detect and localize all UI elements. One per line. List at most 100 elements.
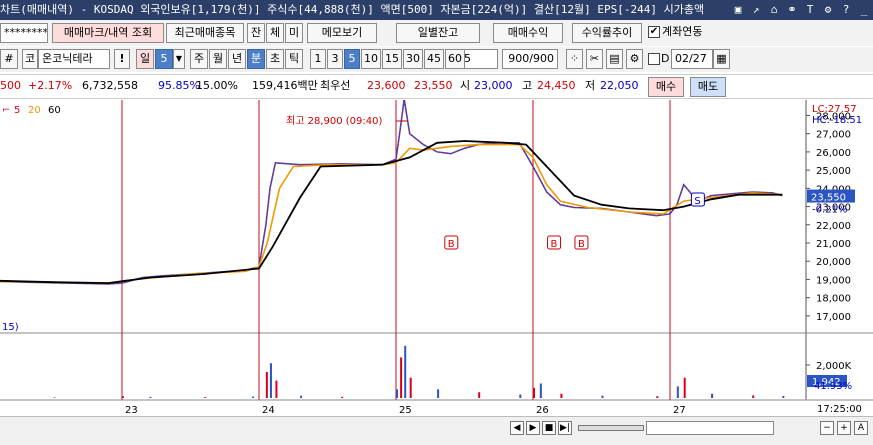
- scroll-nav-button-1[interactable]: ▶: [526, 421, 540, 435]
- link-icon[interactable]: ⚭: [785, 2, 799, 17]
- lc-label: LC:27.57: [812, 104, 857, 115]
- interval-button-45[interactable]: 45: [424, 49, 444, 69]
- trade-mark-label: B: [448, 239, 455, 250]
- x-tick-label: 24: [262, 405, 275, 416]
- price-value: 500: [0, 79, 21, 92]
- date-checkbox[interactable]: [648, 53, 660, 65]
- amount-value: 159,416백만: [252, 79, 318, 92]
- scroll-nav-button-3[interactable]: ▶|: [558, 421, 572, 435]
- volume-bar: [122, 396, 124, 398]
- interval-button-30[interactable]: 30: [403, 49, 423, 69]
- change-percent: +2.17%: [28, 79, 73, 92]
- balance-button[interactable]: 잔: [247, 23, 265, 43]
- recent-stocks-button[interactable]: 최근매매종목: [166, 23, 244, 43]
- high-value: 24,450: [537, 79, 576, 92]
- scissors-icon[interactable]: ✂: [586, 49, 603, 69]
- interval-button-15[interactable]: 15: [382, 49, 402, 69]
- period-button-3[interactable]: 분: [247, 49, 265, 69]
- price-tick-label: 25,000: [816, 166, 851, 177]
- settings-icon[interactable]: ⚙: [821, 2, 835, 17]
- count-field[interactable]: 900/900: [502, 49, 558, 69]
- volume-bar: [53, 397, 56, 398]
- price-tick-label: 18,000: [816, 294, 851, 305]
- period-button-2[interactable]: 년: [228, 49, 246, 69]
- period-button-1[interactable]: 월: [209, 49, 227, 69]
- price-tick-label: 27,000: [816, 130, 851, 141]
- volume-bar: [269, 363, 272, 398]
- interval-button-5[interactable]: 5: [344, 49, 360, 69]
- current-change-label: -0.21%: [812, 205, 847, 216]
- sell-button[interactable]: 매도: [690, 77, 726, 97]
- account-field[interactable]: ********: [0, 23, 48, 43]
- count-select[interactable]: 5: [460, 49, 498, 69]
- execution-button[interactable]: 체: [266, 23, 284, 43]
- buy-button[interactable]: 매수: [648, 77, 684, 97]
- scroll-nav-button-0[interactable]: ◀: [510, 421, 524, 435]
- bid-value: 23,550: [414, 79, 453, 92]
- window-title: 차트(매매내역) - KOSDAQ 외국인보유[1,179(천)] 주식수[44…: [0, 3, 705, 16]
- account-link-checkbox[interactable]: ✔: [648, 26, 660, 38]
- open-label: 시: [460, 79, 471, 92]
- volume-bar: [341, 396, 344, 398]
- stock-name-field[interactable]: 온코닉테라: [38, 49, 110, 69]
- period-dropdown-icon[interactable]: ▼: [173, 49, 185, 69]
- alert-button[interactable]: !: [114, 49, 130, 69]
- open-value: 23,000: [474, 79, 513, 92]
- time-label: 17:25:00: [817, 404, 862, 415]
- period-number[interactable]: 5: [155, 49, 173, 69]
- scroll-track[interactable]: [578, 425, 644, 431]
- x-tick-label: 27: [673, 405, 686, 416]
- chart-scrollbar: ◀ ▶ ■ ▶| − + A: [0, 416, 873, 445]
- minimize-icon[interactable]: _: [857, 2, 871, 17]
- trade-profit-button[interactable]: 매매수익: [493, 23, 563, 43]
- gear-icon[interactable]: ⚙: [626, 49, 643, 69]
- price-tick-label: 19,000: [816, 275, 851, 286]
- lock-icon[interactable]: ⌂: [767, 2, 781, 17]
- trade-mark-button[interactable]: 매매마크/내역 조회: [52, 23, 164, 43]
- period-button-0[interactable]: 주: [190, 49, 208, 69]
- interval-button-1[interactable]: 1: [310, 49, 326, 69]
- date-field[interactable]: 02/27: [671, 49, 713, 69]
- text-size-icon[interactable]: T: [803, 2, 817, 17]
- interval-button-10[interactable]: 10: [361, 49, 381, 69]
- volume-bar: [265, 371, 268, 398]
- interval-button-3[interactable]: 3: [327, 49, 343, 69]
- volume-bar: [539, 383, 542, 398]
- help-icon[interactable]: ?: [839, 2, 853, 17]
- volume-bar: [676, 386, 679, 398]
- price-chart[interactable]: ⌐ 232425262728,00027,00026,00025,00024,0…: [0, 100, 873, 416]
- scroll-nav-button-2[interactable]: ■: [542, 421, 556, 435]
- volume-tick-label: 2,000K: [816, 361, 852, 372]
- window-tile-icon[interactable]: ▣: [731, 2, 745, 17]
- return-trend-button[interactable]: 수익률추이: [572, 23, 642, 43]
- volume-bar: [782, 395, 785, 398]
- price-tick-label: 20,000: [816, 257, 851, 268]
- period-button-5[interactable]: 틱: [285, 49, 303, 69]
- memo-button[interactable]: 메모보기: [307, 23, 377, 43]
- menu-icon[interactable]: #: [0, 49, 18, 69]
- window-titlebar: 차트(매매내역) - KOSDAQ 외국인보유[1,179(천)] 주식수[44…: [0, 0, 873, 20]
- trade-mark-label: B: [578, 239, 585, 250]
- pin-icon[interactable]: ↗: [749, 2, 763, 17]
- pending-button[interactable]: 미: [285, 23, 303, 43]
- dots-icon[interactable]: ⁘: [566, 49, 583, 69]
- period-button-4[interactable]: 초: [266, 49, 284, 69]
- zoom-button-0[interactable]: −: [820, 421, 834, 435]
- price-tick-label: 21,000: [816, 239, 851, 250]
- volume-bar: [533, 387, 535, 398]
- trade-mark-label: S: [694, 196, 700, 207]
- calendar-icon[interactable]: ▦: [713, 49, 730, 69]
- zoom-slider[interactable]: [646, 421, 774, 435]
- high-label: 고: [522, 79, 533, 92]
- zoom-button-1[interactable]: +: [837, 421, 851, 435]
- price-tick-label: 26,000: [816, 148, 851, 159]
- daily-balance-button[interactable]: 일별잔고: [396, 23, 480, 43]
- interval-button-60[interactable]: 60: [445, 49, 465, 69]
- toolbar-account: ******** 매매마크/내역 조회 최근매매종목 잔 체 미 메모보기 일별…: [0, 20, 873, 46]
- ratio-value: 95.85%: [158, 79, 200, 92]
- market-button[interactable]: 코: [22, 49, 38, 69]
- save-icon[interactable]: ▤: [606, 49, 623, 69]
- period-day-button[interactable]: 일: [136, 49, 154, 69]
- toolbar-chart: # 코 온코닉테라 ! 일 5 ▼ 5 900/900 ⁘ ✂ ▤ ⚙ D 02…: [0, 47, 873, 72]
- zoom-button-2[interactable]: A: [854, 421, 868, 435]
